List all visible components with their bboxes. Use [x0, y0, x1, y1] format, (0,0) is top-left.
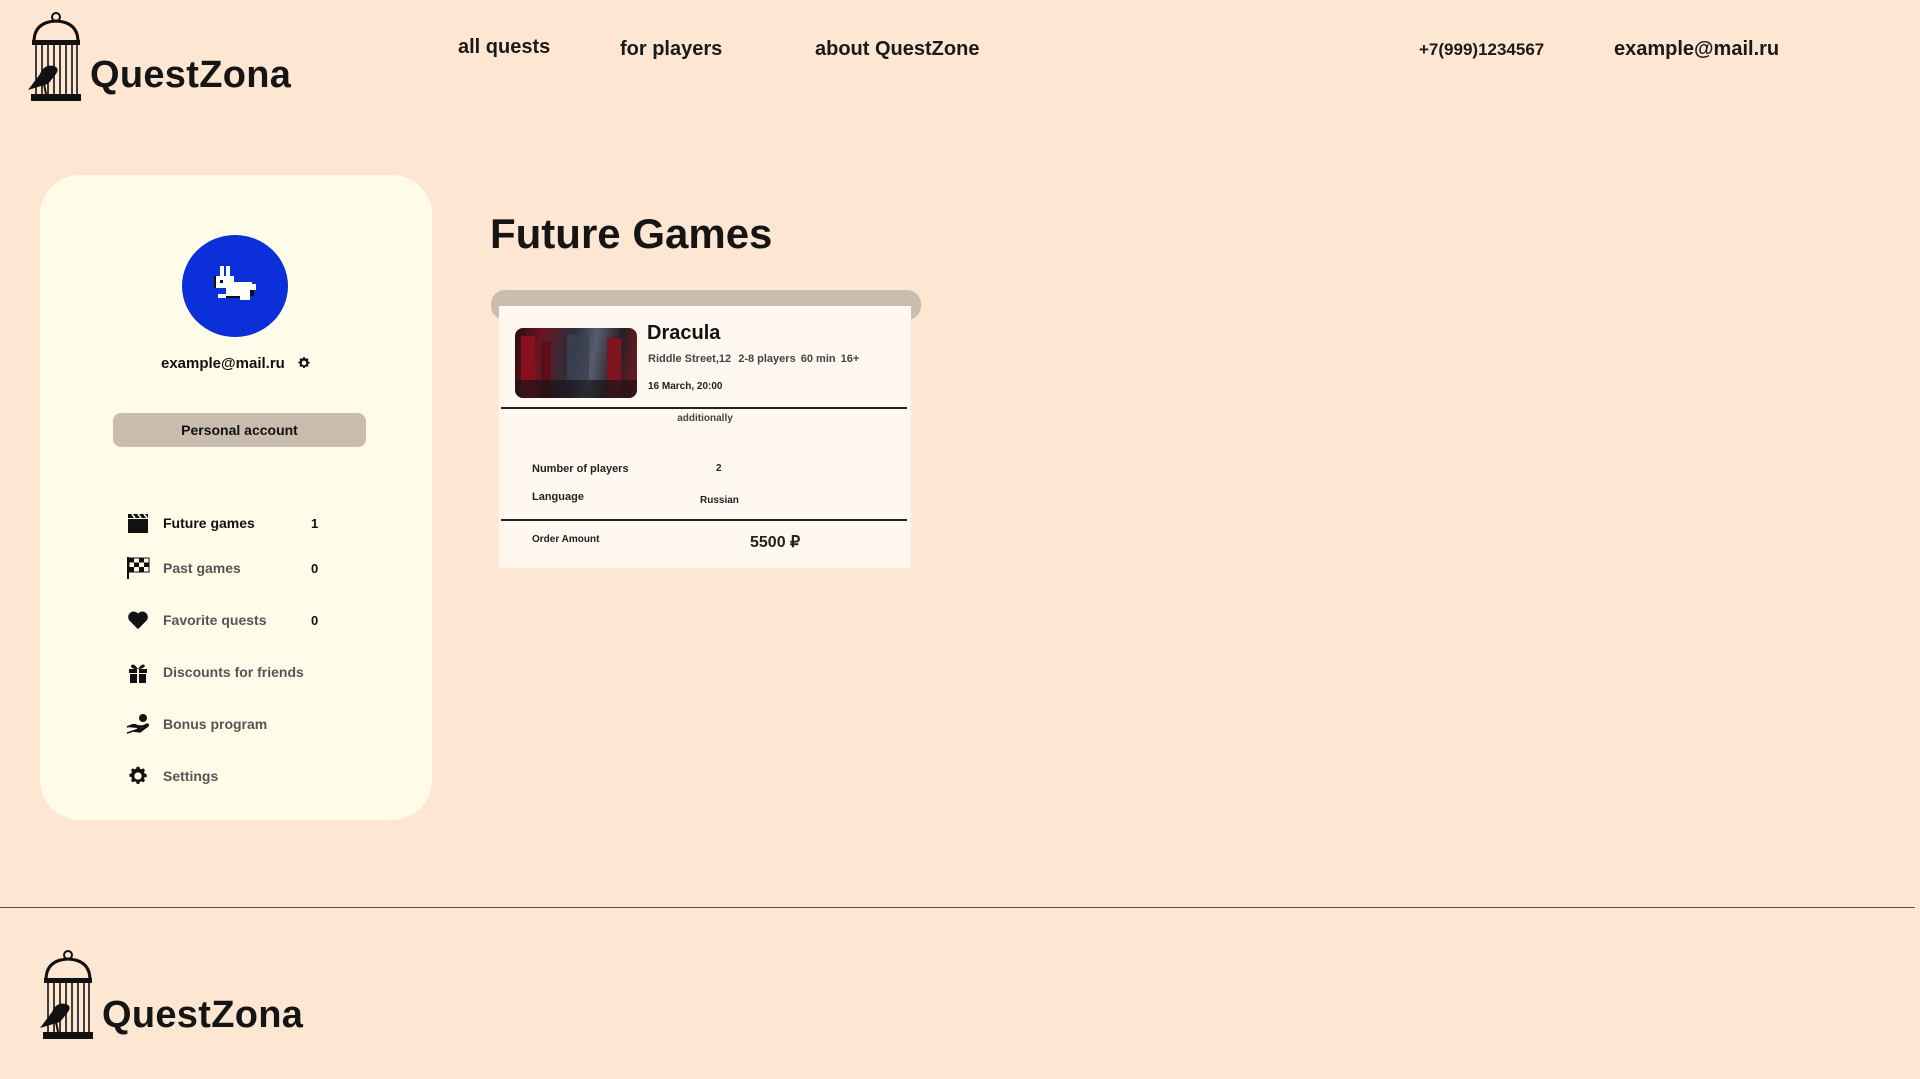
rabbit-icon: [212, 265, 258, 307]
personal-account-button[interactable]: Personal account: [113, 413, 366, 447]
quest-meta: Riddle Street,12 2-8 players 60 min 16+: [648, 353, 859, 365]
gear-icon: [125, 763, 151, 789]
profile-settings-icon[interactable]: [297, 356, 311, 374]
language-value: Russian: [700, 495, 739, 506]
gift-icon: [125, 659, 151, 685]
players-label: Number of players: [532, 463, 629, 475]
footer-logo[interactable]: QuestZona: [38, 950, 303, 1042]
birdcage-icon: [38, 950, 98, 1042]
user-email: example@mail.ru: [160, 355, 285, 372]
nav-all-quests[interactable]: all quests: [458, 36, 550, 59]
divider: [501, 519, 907, 521]
sidebar-item-bonus-program[interactable]: Bonus program: [125, 711, 311, 737]
account-sidebar: example@mail.ru Personal account Future …: [40, 175, 432, 820]
sidebar-item-count: 1: [311, 515, 319, 531]
divider: [501, 407, 907, 409]
avatar[interactable]: [182, 235, 288, 337]
booking-card[interactable]: Dracula Riddle Street,12 2-8 players 60 …: [499, 306, 911, 568]
birdcage-icon: [26, 12, 86, 104]
order-amount-value: 5500 ₽: [750, 534, 801, 551]
sidebar-item-label: Discounts for friends: [163, 664, 304, 680]
quest-duration: 60 min: [800, 353, 836, 365]
sidebar-item-favorite-quests[interactable]: Favorite quests 0: [125, 607, 318, 633]
quest-thumbnail[interactable]: [515, 328, 637, 398]
brand-name: QuestZona: [90, 53, 292, 96]
sidebar-item-label: Bonus program: [163, 716, 268, 732]
sidebar-item-count: 0: [311, 612, 319, 628]
footer-divider: [0, 907, 1915, 908]
page-title: Future Games: [490, 210, 773, 257]
sidebar-item-future-games[interactable]: Future games 1: [125, 510, 318, 536]
sidebar-item-past-games[interactable]: Past games 0: [125, 555, 318, 581]
quest-address: Riddle Street,12: [648, 353, 732, 365]
checkered-flag-icon: [125, 555, 151, 581]
nav-about[interactable]: about QuestZone: [815, 38, 979, 61]
order-amount-label: Order Amount: [532, 534, 600, 545]
header-logo[interactable]: QuestZona: [26, 12, 291, 104]
sidebar-item-label: Favorite quests: [163, 612, 267, 628]
brand-name: QuestZona: [102, 993, 304, 1036]
header-email[interactable]: example@mail.ru: [1614, 38, 1779, 61]
quest-name[interactable]: Dracula: [647, 322, 720, 345]
sidebar-item-label: Past games: [163, 560, 241, 576]
quest-age: 16+: [840, 353, 860, 365]
header-phone[interactable]: +7(999)1234567: [1419, 40, 1544, 60]
quest-players-range: 2-8 players: [738, 353, 796, 365]
players-value: 2: [716, 463, 722, 474]
heart-icon: [125, 607, 151, 633]
sidebar-item-count: 0: [311, 560, 319, 576]
sidebar-item-label: Future games: [163, 515, 255, 531]
sidebar-item-label: Settings: [163, 768, 219, 784]
sidebar-item-settings[interactable]: Settings: [125, 763, 311, 789]
user-email-line: example@mail.ru: [40, 355, 432, 374]
language-label: Language: [532, 491, 584, 503]
additionally-label: additionally: [677, 413, 733, 424]
hand-coin-icon: [125, 711, 151, 737]
booking-datetime: 16 March, 20:00: [648, 381, 723, 392]
sidebar-item-discounts[interactable]: Discounts for friends: [125, 659, 311, 685]
clapperboard-icon: [125, 510, 151, 536]
nav-for-players[interactable]: for players: [620, 38, 722, 61]
